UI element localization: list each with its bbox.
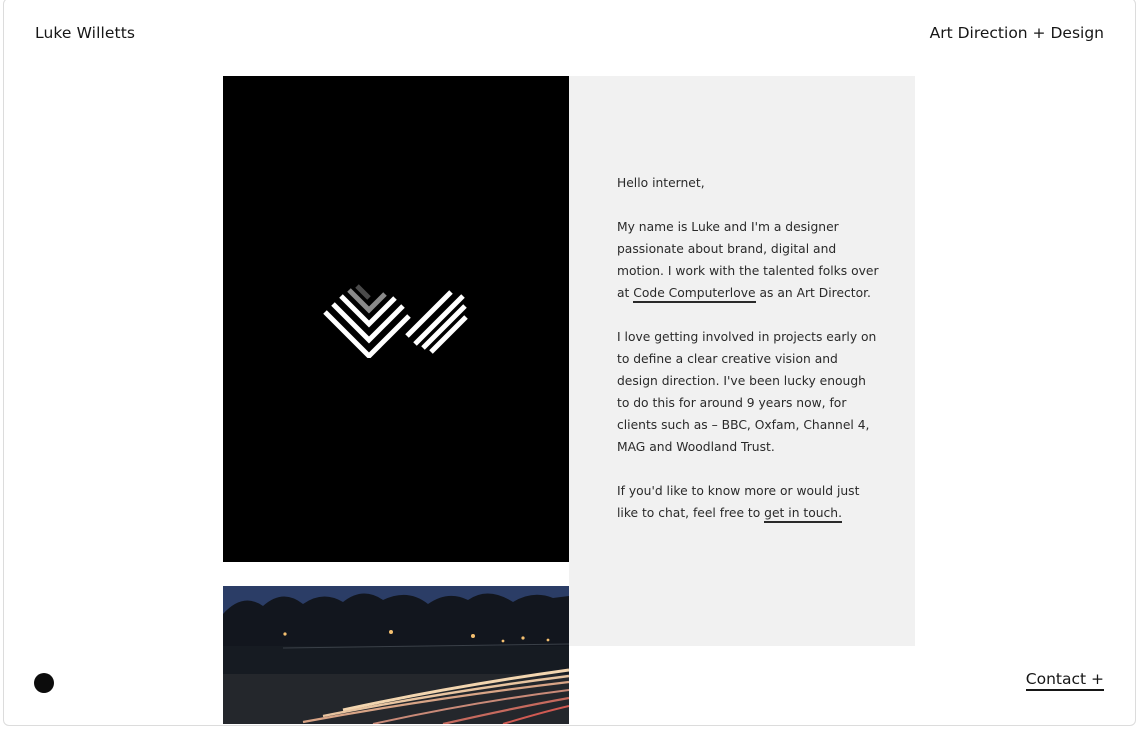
logo-panel <box>223 76 569 562</box>
site-brand-link[interactable]: Luke Willetts <box>35 24 135 42</box>
intro-paragraph-2: I love getting involved in projects earl… <box>617 330 877 454</box>
code-computerlove-link[interactable]: Code Computerlove <box>633 286 756 303</box>
lw-chevron-logo-icon <box>323 284 468 358</box>
night-traffic-photo <box>223 586 569 724</box>
intro-paragraph-3: If you'd like to know more or would just… <box>617 480 879 524</box>
contact-link[interactable]: Contact + <box>1025 670 1104 691</box>
intro-panel: Hello internet, My name is Luke and I'm … <box>569 76 915 646</box>
intro-p1-tail: as an Art Director. <box>755 286 871 300</box>
site-tagline: Art Direction + Design <box>929 24 1104 42</box>
menu-dot-icon[interactable] <box>34 673 54 693</box>
intro-greeting: Hello internet, <box>617 176 705 190</box>
night-traffic-illustration <box>223 586 569 724</box>
intro-copy: Hello internet, My name is Luke and I'm … <box>617 172 879 546</box>
get-in-touch-link[interactable]: get in touch. <box>764 506 842 523</box>
intro-paragraph-1: My name is Luke and I'm a designer passi… <box>617 216 879 304</box>
